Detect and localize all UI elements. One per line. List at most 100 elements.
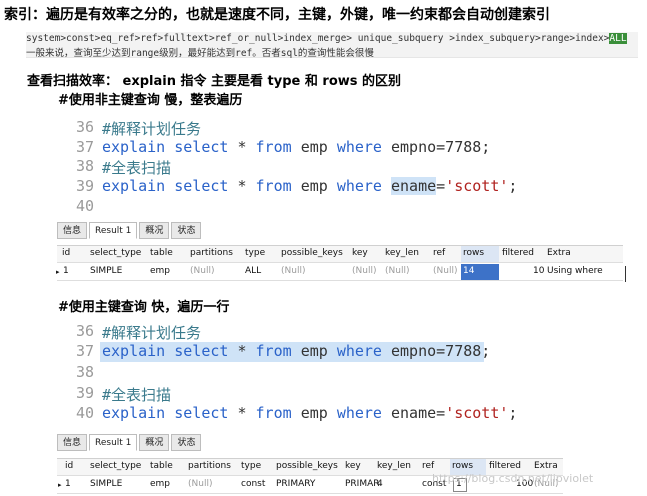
keyword: explain: [102, 404, 166, 422]
table-row[interactable]: ▸ 1 SIMPLE emp (Null) ALL (Null) (Null) …: [56, 264, 623, 281]
token: ename: [391, 404, 437, 422]
column-header[interactable]: id: [65, 461, 73, 471]
cell-select-type[interactable]: SIMPLE: [90, 266, 122, 276]
cell-extra[interactable]: Using where: [547, 266, 603, 276]
line-number: 38: [75, 363, 94, 381]
keyword: explain: [102, 138, 166, 156]
keyword: from: [255, 342, 292, 360]
cell-key[interactable]: (Null): [352, 266, 376, 276]
keyword: where: [336, 404, 382, 422]
column-header[interactable]: filtered: [502, 248, 534, 258]
keyword: where: [336, 342, 382, 360]
cell-partitions[interactable]: (Null): [188, 479, 212, 489]
column-header[interactable]: ref: [433, 248, 445, 258]
current-row-marker: ▸: [56, 268, 60, 276]
column-header[interactable]: Extra: [534, 461, 558, 471]
line-number: 36: [75, 118, 94, 136]
column-header[interactable]: partitions: [188, 461, 231, 471]
comment-text: #全表扫描: [102, 386, 172, 404]
cell-possible-keys[interactable]: (Null): [281, 266, 305, 276]
keyword: from: [255, 404, 292, 422]
cell-id[interactable]: 1: [63, 266, 69, 276]
text-cursor: [625, 266, 626, 282]
keyword: select: [174, 177, 229, 195]
cell-ref[interactable]: (Null): [433, 266, 457, 276]
line-number: 37: [75, 138, 94, 156]
current-row-marker: ▸: [58, 481, 62, 489]
column-header[interactable]: possible_keys: [281, 248, 343, 258]
column-header[interactable]: filtered: [489, 461, 521, 471]
cell-type[interactable]: const: [241, 479, 265, 489]
cell-filtered[interactable]: 10: [533, 266, 544, 276]
cell-table[interactable]: emp: [150, 266, 170, 276]
cell-partitions[interactable]: (Null): [190, 266, 214, 276]
cell-key[interactable]: PRIMAR: [345, 479, 380, 489]
keyword: select: [174, 138, 229, 156]
column-header[interactable]: table: [150, 248, 173, 258]
column-header[interactable]: key_len: [385, 248, 419, 258]
token: emp: [300, 177, 328, 195]
column-header[interactable]: key: [345, 461, 361, 471]
column-header[interactable]: select_type: [90, 461, 141, 471]
section1-heading: #使用非主键查询 慢，整表遍历: [58, 93, 243, 108]
result-grid-1: id select_type table partitions type pos…: [56, 245, 623, 283]
tab-result-1[interactable]: Result 1: [89, 222, 138, 239]
column-header[interactable]: key_len: [377, 461, 411, 471]
keyword: select: [174, 404, 229, 422]
cell-key-len[interactable]: (Null): [385, 266, 409, 276]
column-header[interactable]: id: [62, 248, 70, 258]
tab-profile[interactable]: 概况: [139, 222, 170, 239]
column-header[interactable]: Extra: [547, 248, 571, 258]
line-number: 40: [75, 404, 94, 422]
type-ranking-block: system>const>eq_ref>ref>fulltext>ref_or_…: [26, 32, 638, 59]
column-header[interactable]: type: [245, 248, 265, 258]
token: =: [436, 404, 446, 422]
string-literal: 'scott': [445, 177, 509, 195]
efficiency-heading: 查看扫描效率： explain 指令 主要是看 type 和 rows 的区别: [27, 74, 402, 89]
token: *: [237, 177, 247, 195]
keyword: explain: [102, 177, 166, 195]
token: emp: [300, 404, 328, 422]
token: emp: [300, 138, 328, 156]
column-header[interactable]: possible_keys: [276, 461, 338, 471]
token: *: [237, 138, 247, 156]
tab-info[interactable]: 信息: [57, 222, 88, 239]
keyword: where: [336, 138, 382, 156]
cell-rows[interactable]: 14: [461, 264, 499, 280]
cell-key-len[interactable]: 4: [377, 479, 383, 489]
column-header[interactable]: type: [241, 461, 261, 471]
selected-token: ename: [391, 177, 437, 195]
watermark: https://blog.csdn.net/lipviolet: [432, 472, 594, 485]
cell-possible-keys[interactable]: PRIMARY: [276, 479, 315, 489]
tab-info[interactable]: 信息: [57, 434, 88, 451]
result-tabs-2: 信息 Result 1 概况 状态: [57, 434, 202, 451]
tab-status[interactable]: 状态: [171, 434, 202, 451]
sql-editor-2[interactable]: 36 #解释计划任务 37 explain select * from emp …: [60, 320, 620, 426]
line-number: 37: [75, 342, 94, 360]
token: *: [237, 342, 247, 360]
tab-profile[interactable]: 概况: [139, 434, 170, 451]
keyword: from: [255, 138, 292, 156]
cell-table[interactable]: emp: [150, 479, 170, 489]
grid-header: id select_type table partitions type pos…: [57, 246, 623, 263]
keyword: from: [255, 177, 292, 195]
column-header[interactable]: partitions: [190, 248, 233, 258]
column-header-rows[interactable]: rows: [461, 246, 499, 262]
cell-type[interactable]: ALL: [245, 266, 261, 276]
string-literal: 'scott': [445, 404, 509, 422]
tab-status[interactable]: 状态: [171, 222, 202, 239]
cell-select-type[interactable]: SIMPLE: [90, 479, 122, 489]
column-header[interactable]: table: [150, 461, 173, 471]
keyword: where: [336, 177, 382, 195]
type-ranking-highlight: ALL: [609, 33, 627, 44]
token: emp: [300, 342, 328, 360]
token: empno=7788;: [391, 138, 491, 156]
sql-editor-1[interactable]: 36 #解释计划任务 37 explain select * from emp …: [60, 116, 620, 220]
type-ranking-note: 一般来说，查询至少达到range级别，最好能达到ref。否者sql的查询性能会很…: [26, 48, 374, 59]
column-header[interactable]: select_type: [90, 248, 141, 258]
cell-id[interactable]: 1: [65, 479, 71, 489]
column-header[interactable]: ref: [422, 461, 434, 471]
tab-result-1[interactable]: Result 1: [89, 434, 138, 451]
keyword: select: [174, 342, 229, 360]
column-header[interactable]: key: [352, 248, 368, 258]
